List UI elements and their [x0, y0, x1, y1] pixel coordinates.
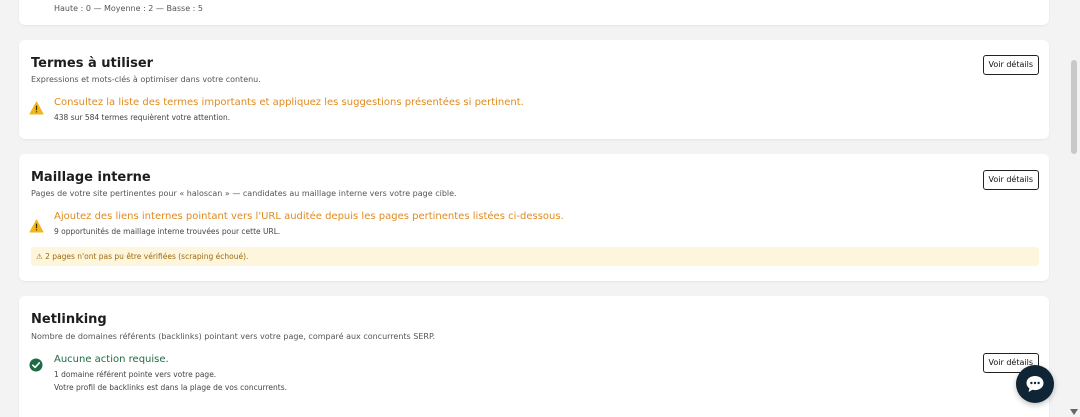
priority-summary: Haute : 0 — Moyenne : 2 — Basse : 5 [54, 4, 203, 13]
maillage-status-sub: 9 opportunités de maillage interne trouv… [54, 227, 281, 236]
scrollbar-thumb[interactable] [1071, 60, 1077, 154]
scraping-notice: ⚠ 2 pages n'ont pas pu être vérifiées (s… [31, 247, 1039, 266]
termes-subtitle: Expressions et mots-clés à optimiser dan… [31, 75, 261, 84]
vertical-scrollbar[interactable] [1068, 0, 1080, 417]
termes-status-sub: 438 sur 584 termes requièrent votre atte… [54, 113, 231, 122]
netlinking-card: Netlinking Nombre de domaines référents … [19, 296, 1049, 417]
termes-card: Termes à utiliser Expressions et mots-cl… [19, 40, 1049, 139]
netlinking-status-sub-1: 1 domaine référent pointe vers votre pag… [54, 370, 217, 379]
maillage-title: Maillage interne [31, 170, 151, 185]
warning-triangle-icon [29, 100, 44, 115]
netlinking-title: Netlinking [31, 312, 107, 327]
termes-status-text: Consultez la liste des termes importants… [54, 97, 524, 108]
warning-triangle-icon [29, 218, 44, 233]
termes-details-button[interactable]: Voir détails [982, 55, 1039, 75]
maillage-subtitle: Pages de votre site pertinentes pour « h… [31, 189, 457, 198]
netlinking-subtitle: Nombre de domaines référents (backlinks)… [31, 332, 436, 341]
maillage-details-button[interactable]: Voir détails [982, 170, 1039, 190]
chat-bubble-icon [1026, 376, 1044, 392]
maillage-card: Maillage interne Pages de votre site per… [19, 154, 1049, 281]
chat-button[interactable] [1016, 365, 1054, 403]
netlinking-status-sub-2: Votre profil de backlinks est dans la pl… [54, 383, 287, 392]
priority-summary-card: Haute : 0 — Moyenne : 2 — Basse : 5 [19, 0, 1049, 25]
scroll-down-arrow-icon[interactable] [1070, 409, 1078, 415]
maillage-status-text: Ajoutez des liens internes pointant vers… [54, 211, 564, 222]
page-content: Haute : 0 — Moyenne : 2 — Basse : 5 Term… [0, 0, 1068, 417]
termes-title: Termes à utiliser [31, 56, 154, 71]
netlinking-status-text: Aucune action requise. [54, 354, 169, 365]
check-circle-icon [29, 357, 44, 372]
